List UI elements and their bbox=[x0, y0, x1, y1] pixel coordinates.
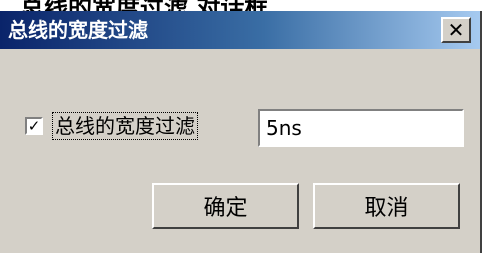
filter-checkbox-label[interactable]: 总线的宽度过滤 bbox=[52, 112, 198, 140]
ok-button[interactable]: 确定 bbox=[152, 183, 299, 229]
dialog-title: 总线的宽度过滤 bbox=[8, 18, 148, 42]
checkmark-icon: ✓ bbox=[27, 116, 41, 135]
title-bar[interactable]: 总线的宽度过滤 ✕ bbox=[0, 11, 480, 49]
close-button[interactable]: ✕ bbox=[441, 17, 471, 43]
filter-checkbox[interactable]: ✓ bbox=[25, 117, 43, 135]
cancel-button[interactable]: 取消 bbox=[313, 183, 460, 229]
dialog-window: 总线的宽度过滤 ✕ ✓ 总线的宽度过滤 确定 取消 bbox=[0, 11, 482, 253]
filter-width-input[interactable] bbox=[258, 109, 464, 147]
close-icon: ✕ bbox=[447, 18, 465, 42]
